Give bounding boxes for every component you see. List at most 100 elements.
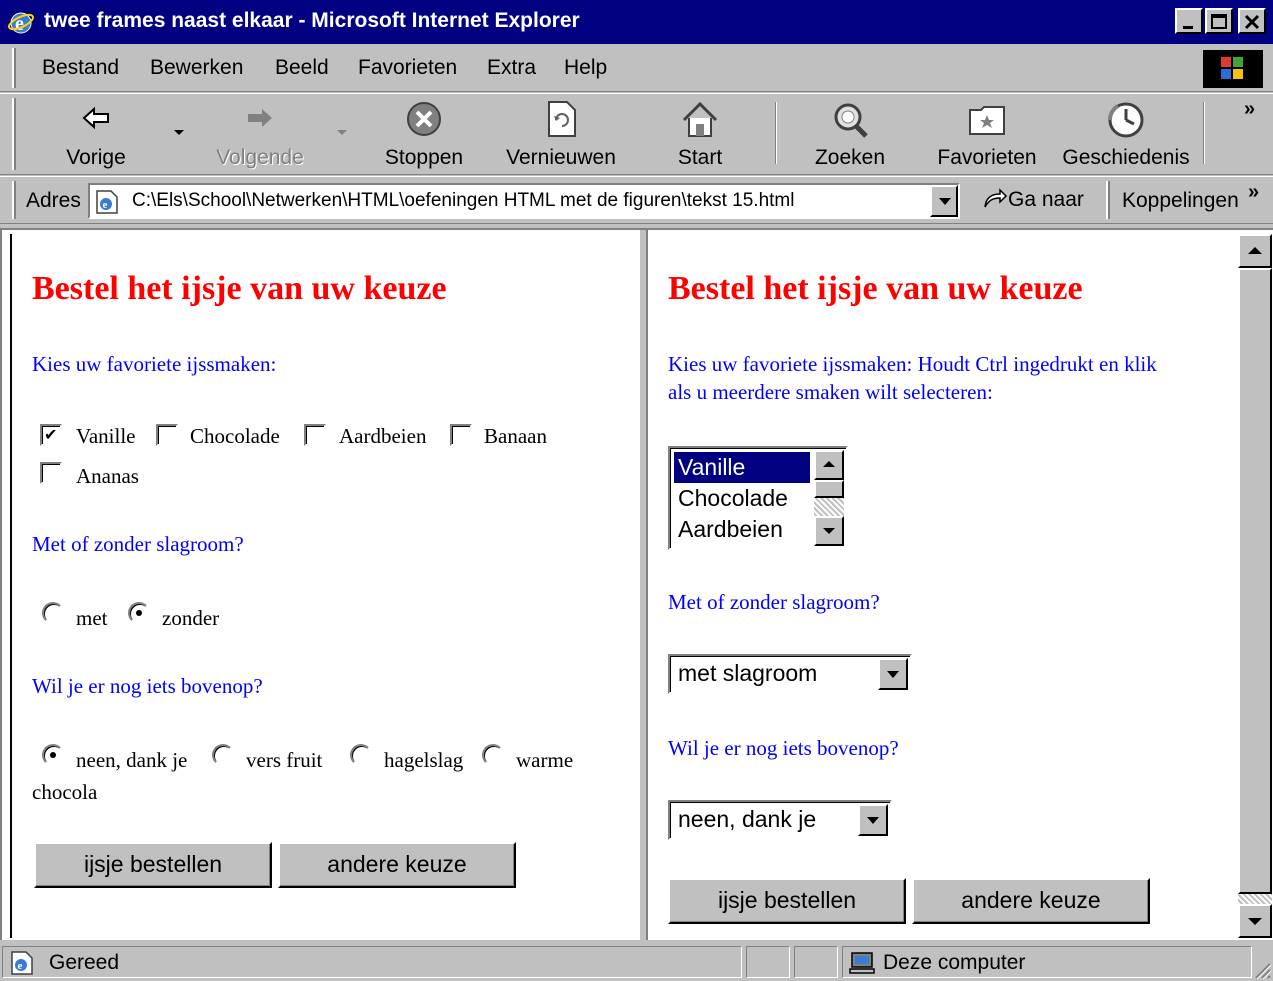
scroll-up-icon[interactable] xyxy=(1238,234,1272,268)
status-text: Gereed xyxy=(49,951,120,974)
history-label: Geschiedenis xyxy=(1062,146,1190,169)
topping-select[interactable]: neen, dank je xyxy=(668,800,892,840)
checkbox-banaan[interactable] xyxy=(450,424,472,446)
forward-arrow-icon xyxy=(248,109,272,127)
right-frame: Bestel het ijsje van uw keuze Kies uw fa… xyxy=(648,234,1238,938)
title-bar: e twee frames naast elkaar - Microsoft I… xyxy=(0,0,1273,44)
menubar-grip[interactable] xyxy=(12,48,16,88)
links-more-chevron-icon[interactable]: » xyxy=(1248,181,1259,204)
right-frame-scrollbar[interactable] xyxy=(1238,234,1272,938)
favorites-folder-icon xyxy=(969,106,1005,135)
right-order-button[interactable]: ijsje bestellen xyxy=(668,878,906,924)
maximize-icon xyxy=(1211,14,1227,29)
left-reset-button[interactable]: andere keuze xyxy=(278,842,516,888)
maximize-button[interactable] xyxy=(1205,8,1233,34)
radio-label-met: met xyxy=(76,606,108,630)
windows-logo-icon xyxy=(1203,50,1263,88)
menu-extra[interactable]: Extra xyxy=(487,56,536,80)
address-bar: Adres e C:\Els\School\Netwerken\HTML\oef… xyxy=(0,176,1273,224)
back-dropdown-icon[interactable] xyxy=(174,130,184,135)
minimize-icon xyxy=(1183,26,1193,29)
menu-help[interactable]: Help xyxy=(564,56,607,80)
toolbar-separator xyxy=(1203,102,1205,164)
cream-select-value: met slagroom xyxy=(678,660,818,686)
radio-vers-fruit[interactable] xyxy=(212,744,234,766)
listbox-option-vanille[interactable]: Vanille xyxy=(674,452,810,483)
radio-met[interactable] xyxy=(42,602,64,624)
links-button[interactable]: Koppelingen xyxy=(1122,189,1239,213)
back-button[interactable]: Vorige xyxy=(40,100,152,172)
go-button[interactable]: Ga naar xyxy=(982,187,1084,212)
chevron-down-icon[interactable] xyxy=(858,804,888,836)
checkbox-label-vanille: Vanille xyxy=(76,424,136,448)
left-topping-question: Wil je er nog iets bovenop? xyxy=(32,674,263,698)
address-grip[interactable] xyxy=(12,181,16,219)
back-arrow-icon xyxy=(82,106,109,130)
frame-splitter[interactable] xyxy=(638,230,648,940)
checkmark-icon: ✔ xyxy=(44,425,58,444)
favorites-label: Favorieten xyxy=(937,146,1037,169)
radio-label-zonder: zonder xyxy=(162,606,220,630)
left-frame: Bestel het ijsje van uw keuze Kies uw fa… xyxy=(10,234,638,938)
status-bar: e Gereed Deze computer xyxy=(0,942,1273,981)
right-cream-question: Met of zonder slagroom? xyxy=(668,590,880,614)
content-area: Bestel het ijsje van uw keuze Kies uw fa… xyxy=(0,228,1273,940)
checkbox-chocolade[interactable] xyxy=(156,424,178,446)
toolbar-separator xyxy=(775,102,777,164)
toolbar-more-chevron-icon[interactable]: » xyxy=(1244,98,1255,121)
favorites-button[interactable]: Favorieten xyxy=(934,100,1040,172)
forward-dropdown-icon[interactable] xyxy=(337,130,347,135)
checkbox-label-banaan: Banaan xyxy=(484,424,547,448)
radio-zonder[interactable] xyxy=(128,602,150,624)
close-button[interactable] xyxy=(1238,8,1266,34)
flavor-listbox[interactable]: Vanille Chocolade Aardbeien xyxy=(668,446,848,550)
right-reset-button[interactable]: andere keuze xyxy=(912,878,1150,924)
checkbox-aardbeien[interactable] xyxy=(304,424,326,446)
standard-toolbar: Vorige Volgende Stoppen Vernieuwen Start xyxy=(0,93,1273,175)
checkbox-ananas[interactable] xyxy=(40,462,62,484)
refresh-icon xyxy=(548,101,576,137)
radio-neen[interactable] xyxy=(42,744,64,766)
menu-bewerken[interactable]: Bewerken xyxy=(150,56,243,80)
history-clock-icon xyxy=(1107,102,1144,138)
radio-selected-dot xyxy=(50,752,56,758)
refresh-button[interactable]: Vernieuwen xyxy=(496,100,626,172)
listbox-scrollbar[interactable] xyxy=(814,450,844,546)
listbox-option-chocolade[interactable]: Chocolade xyxy=(674,483,810,514)
listbox-scroll-up-icon[interactable] xyxy=(814,450,844,480)
resize-grip-icon[interactable] xyxy=(1252,960,1272,980)
toolbar-grip[interactable] xyxy=(12,98,16,170)
address-dropdown-button[interactable] xyxy=(930,185,958,217)
menu-beeld[interactable]: Beeld xyxy=(275,56,329,80)
ie-page-icon: e xyxy=(11,951,33,975)
listbox-scroll-thumb[interactable] xyxy=(814,480,844,498)
links-grip[interactable] xyxy=(1106,181,1110,219)
right-flavors-question-line1: Kies uw favoriete ijssmaken: Houdt Ctrl … xyxy=(668,352,1157,376)
radio-label-warme: warme xyxy=(516,748,574,772)
cream-select[interactable]: met slagroom xyxy=(668,654,912,694)
forward-button[interactable]: Volgende xyxy=(200,100,320,172)
scroll-down-icon[interactable] xyxy=(1238,904,1272,938)
menu-bestand[interactable]: Bestand xyxy=(42,56,119,80)
ie-logo-icon: e xyxy=(8,12,34,35)
search-button[interactable]: Zoeken xyxy=(800,100,900,172)
radio-label-chocola: chocola xyxy=(32,780,98,804)
history-button[interactable]: Geschiedenis xyxy=(1058,100,1194,172)
minimize-button[interactable] xyxy=(1175,8,1203,34)
chevron-down-icon[interactable] xyxy=(878,658,908,690)
scroll-track[interactable] xyxy=(1238,894,1272,904)
stop-icon xyxy=(407,102,441,136)
menu-favorieten[interactable]: Favorieten xyxy=(358,56,457,80)
checkbox-vanille[interactable]: ✔ xyxy=(40,424,62,446)
checkbox-label-aardbeien: Aardbeien xyxy=(339,424,427,448)
listbox-option-aardbeien[interactable]: Aardbeien xyxy=(674,514,810,545)
radio-warme-chocola[interactable] xyxy=(482,744,504,766)
left-order-button[interactable]: ijsje bestellen xyxy=(34,842,272,888)
stop-button[interactable]: Stoppen xyxy=(370,100,478,172)
radio-hagelslag[interactable] xyxy=(350,744,372,766)
radio-label-hagelslag: hagelslag xyxy=(384,748,464,772)
address-input[interactable]: e C:\Els\School\Netwerken\HTML\oefeninge… xyxy=(88,183,960,219)
home-button[interactable]: Start xyxy=(660,100,740,172)
scroll-thumb[interactable] xyxy=(1238,268,1272,894)
listbox-scroll-down-icon[interactable] xyxy=(814,516,844,546)
